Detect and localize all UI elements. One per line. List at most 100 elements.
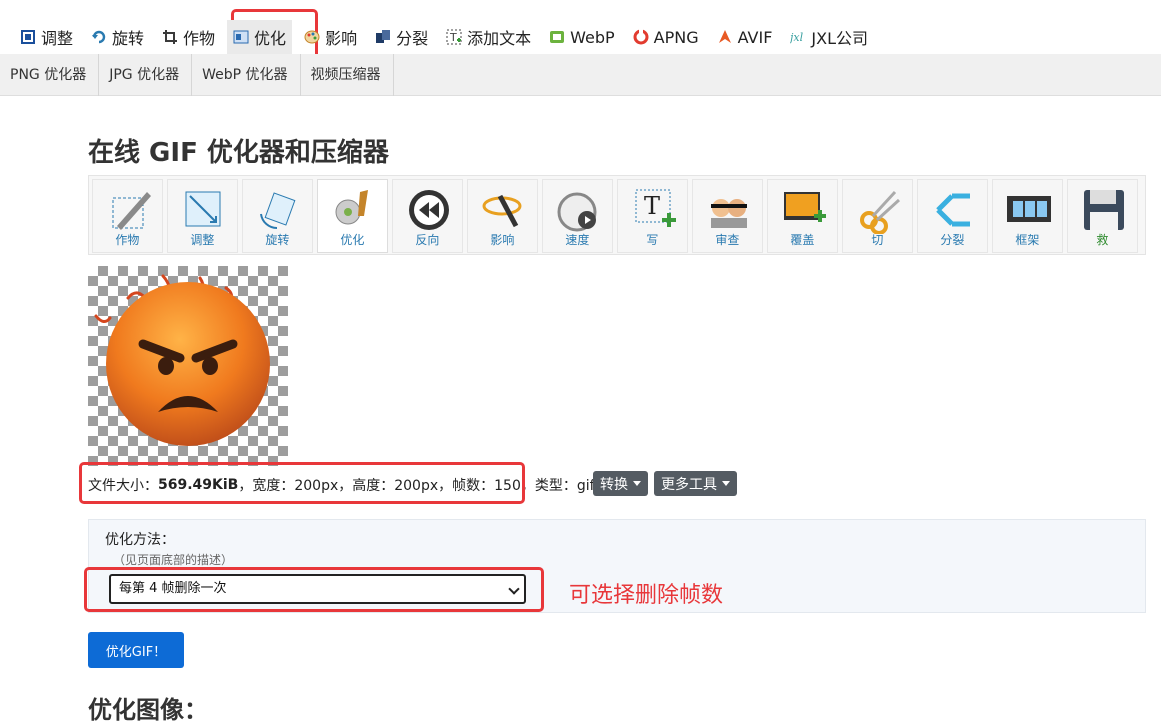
- tool-13[interactable]: 救: [1067, 179, 1138, 253]
- highlight-file-info: [79, 462, 525, 504]
- tool-9[interactable]: 覆盖: [767, 179, 838, 253]
- sub-nav-item-1[interactable]: JPG 优化器: [99, 54, 193, 96]
- top-nav-item-8[interactable]: APNG: [627, 20, 705, 54]
- tool-3[interactable]: 优化: [317, 179, 388, 253]
- top-nav-label: AVIF: [737, 27, 773, 47]
- optimize-icon: [233, 29, 249, 45]
- angry-face-emoji-image: [94, 274, 270, 446]
- rotate-icon: [92, 30, 106, 44]
- top-nav-label: JXL公司: [811, 29, 869, 48]
- top-nav-label: 分裂: [396, 29, 429, 48]
- avif-icon: [717, 29, 733, 45]
- tool-label: 分裂: [940, 233, 965, 247]
- page-title: 在线 GIF 优化器和压缩器: [88, 138, 389, 168]
- tool-label: 框架: [1015, 233, 1040, 247]
- sub-nav: PNG 优化器 JPG 优化器 WebP 优化器 视频压缩器: [0, 54, 1161, 96]
- webp-icon: [550, 31, 565, 43]
- top-nav-label: 作物: [183, 29, 216, 48]
- tool-8[interactable]: 审查: [692, 179, 763, 253]
- top-nav-item-7[interactable]: WebP: [543, 20, 621, 54]
- tool-bar: 作物 调整 旋转 优化 反向 影响 速度 T 写审查 覆盖切分裂 框架救: [88, 175, 1146, 255]
- stopwatch-tool-icon: [557, 192, 597, 232]
- reverse-tool-icon: [409, 190, 449, 230]
- caret-down-icon: [633, 481, 641, 486]
- add-text-icon: T: [446, 29, 462, 45]
- more-tools-button-label: 更多工具: [661, 476, 717, 493]
- tool-label: 写: [646, 233, 659, 247]
- top-nav-label: 优化: [254, 29, 287, 48]
- crop-icon: [20, 29, 36, 45]
- top-nav-label: WebP: [570, 27, 615, 47]
- censor-tool-icon: [711, 199, 747, 228]
- split-tool-icon: [936, 193, 970, 227]
- palette-icon: [304, 30, 320, 44]
- sub-nav-item-0[interactable]: PNG 优化器: [0, 54, 100, 96]
- svg-text:T: T: [449, 31, 457, 44]
- add-text-icon: T: [446, 29, 462, 45]
- annotation-text: 可选择删除帧数: [569, 583, 724, 608]
- crop-frame-icon: [162, 29, 178, 45]
- scissors-tool-icon: [860, 190, 901, 234]
- apng-icon: [633, 29, 649, 45]
- crop-tool-icon: [112, 192, 151, 230]
- crop-icon: [21, 30, 35, 44]
- overlay-tool-icon: [784, 192, 826, 222]
- top-nav-item-9[interactable]: AVIF: [711, 20, 779, 54]
- tool-label: 速度: [565, 233, 590, 247]
- top-nav-item-3[interactable]: 优化: [227, 20, 293, 54]
- tool-label: 审查: [715, 233, 740, 247]
- rotate-tool-icon: [260, 192, 296, 230]
- top-nav-item-2[interactable]: 作物: [156, 20, 221, 54]
- tool-label: 优化: [340, 233, 365, 247]
- jxl-icon: jxl: [787, 29, 806, 45]
- optimize-gif-button[interactable]: 优化GIF！: [88, 632, 184, 668]
- optimize-method-desc: （见页面底部的描述）: [113, 553, 234, 567]
- highlight-optimize-select: [84, 567, 544, 612]
- tool-11[interactable]: 分裂: [917, 179, 988, 253]
- top-nav-item-6[interactable]: T 添加文本: [440, 20, 537, 54]
- convert-button-label: 转换: [600, 476, 628, 493]
- top-nav-item-0[interactable]: 调整: [14, 20, 79, 54]
- magic-wand-tool-icon: [482, 194, 522, 228]
- tool-7[interactable]: T写: [617, 179, 688, 253]
- top-nav-label: 影响: [325, 29, 358, 48]
- tool-label: 救: [1096, 233, 1109, 247]
- top-nav-item-4[interactable]: 影响: [298, 20, 363, 54]
- svg-text:T: T: [644, 192, 660, 220]
- tool-label: 旋转: [265, 233, 290, 247]
- rotate-icon: [91, 29, 107, 45]
- svg-text:jxl: jxl: [790, 31, 804, 44]
- top-nav-label: APNG: [653, 27, 699, 47]
- tool-5[interactable]: 影响: [467, 179, 538, 253]
- file-type-info: 类型：gif: [534, 478, 595, 494]
- sub-nav-item-2[interactable]: WebP 优化器: [192, 54, 301, 96]
- top-nav-label: 添加文本: [467, 29, 532, 48]
- tool-6[interactable]: 速度: [542, 179, 613, 253]
- tool-label: 切: [871, 233, 884, 247]
- optimize-method-label: 优化方法：: [105, 532, 175, 548]
- top-nav-item-10[interactable]: jxl JXL公司: [784, 20, 874, 54]
- top-nav-item-1[interactable]: 旋转: [85, 20, 150, 54]
- sub-nav-item-3[interactable]: 视频压缩器: [301, 54, 394, 96]
- crop-frame-icon: [163, 30, 178, 44]
- top-nav-item-5[interactable]: 分裂: [369, 20, 434, 54]
- top-nav-label: 旋转: [112, 29, 145, 48]
- tool-12[interactable]: 框架: [992, 179, 1063, 253]
- palette-icon: [304, 29, 320, 45]
- convert-dropdown-button[interactable]: 转换: [593, 471, 648, 496]
- broom-tool-icon: [335, 190, 368, 225]
- tool-label: 调整: [190, 233, 215, 247]
- tool-4[interactable]: 反向: [392, 179, 463, 253]
- top-nav-label: 调整: [41, 29, 74, 48]
- more-tools-dropdown-button[interactable]: 更多工具: [654, 471, 737, 496]
- jxl-icon: jxl: [787, 31, 804, 44]
- gif-preview: [88, 266, 288, 466]
- tool-label: 作物: [115, 233, 140, 247]
- tool-10[interactable]: 切: [842, 179, 913, 253]
- tool-2[interactable]: 旋转: [242, 179, 313, 253]
- webp-icon: [549, 29, 565, 45]
- tool-0[interactable]: 作物: [92, 179, 163, 253]
- optimize-icon: [233, 30, 249, 44]
- resize-tool-icon: [185, 191, 221, 227]
- tool-1[interactable]: 调整: [167, 179, 238, 253]
